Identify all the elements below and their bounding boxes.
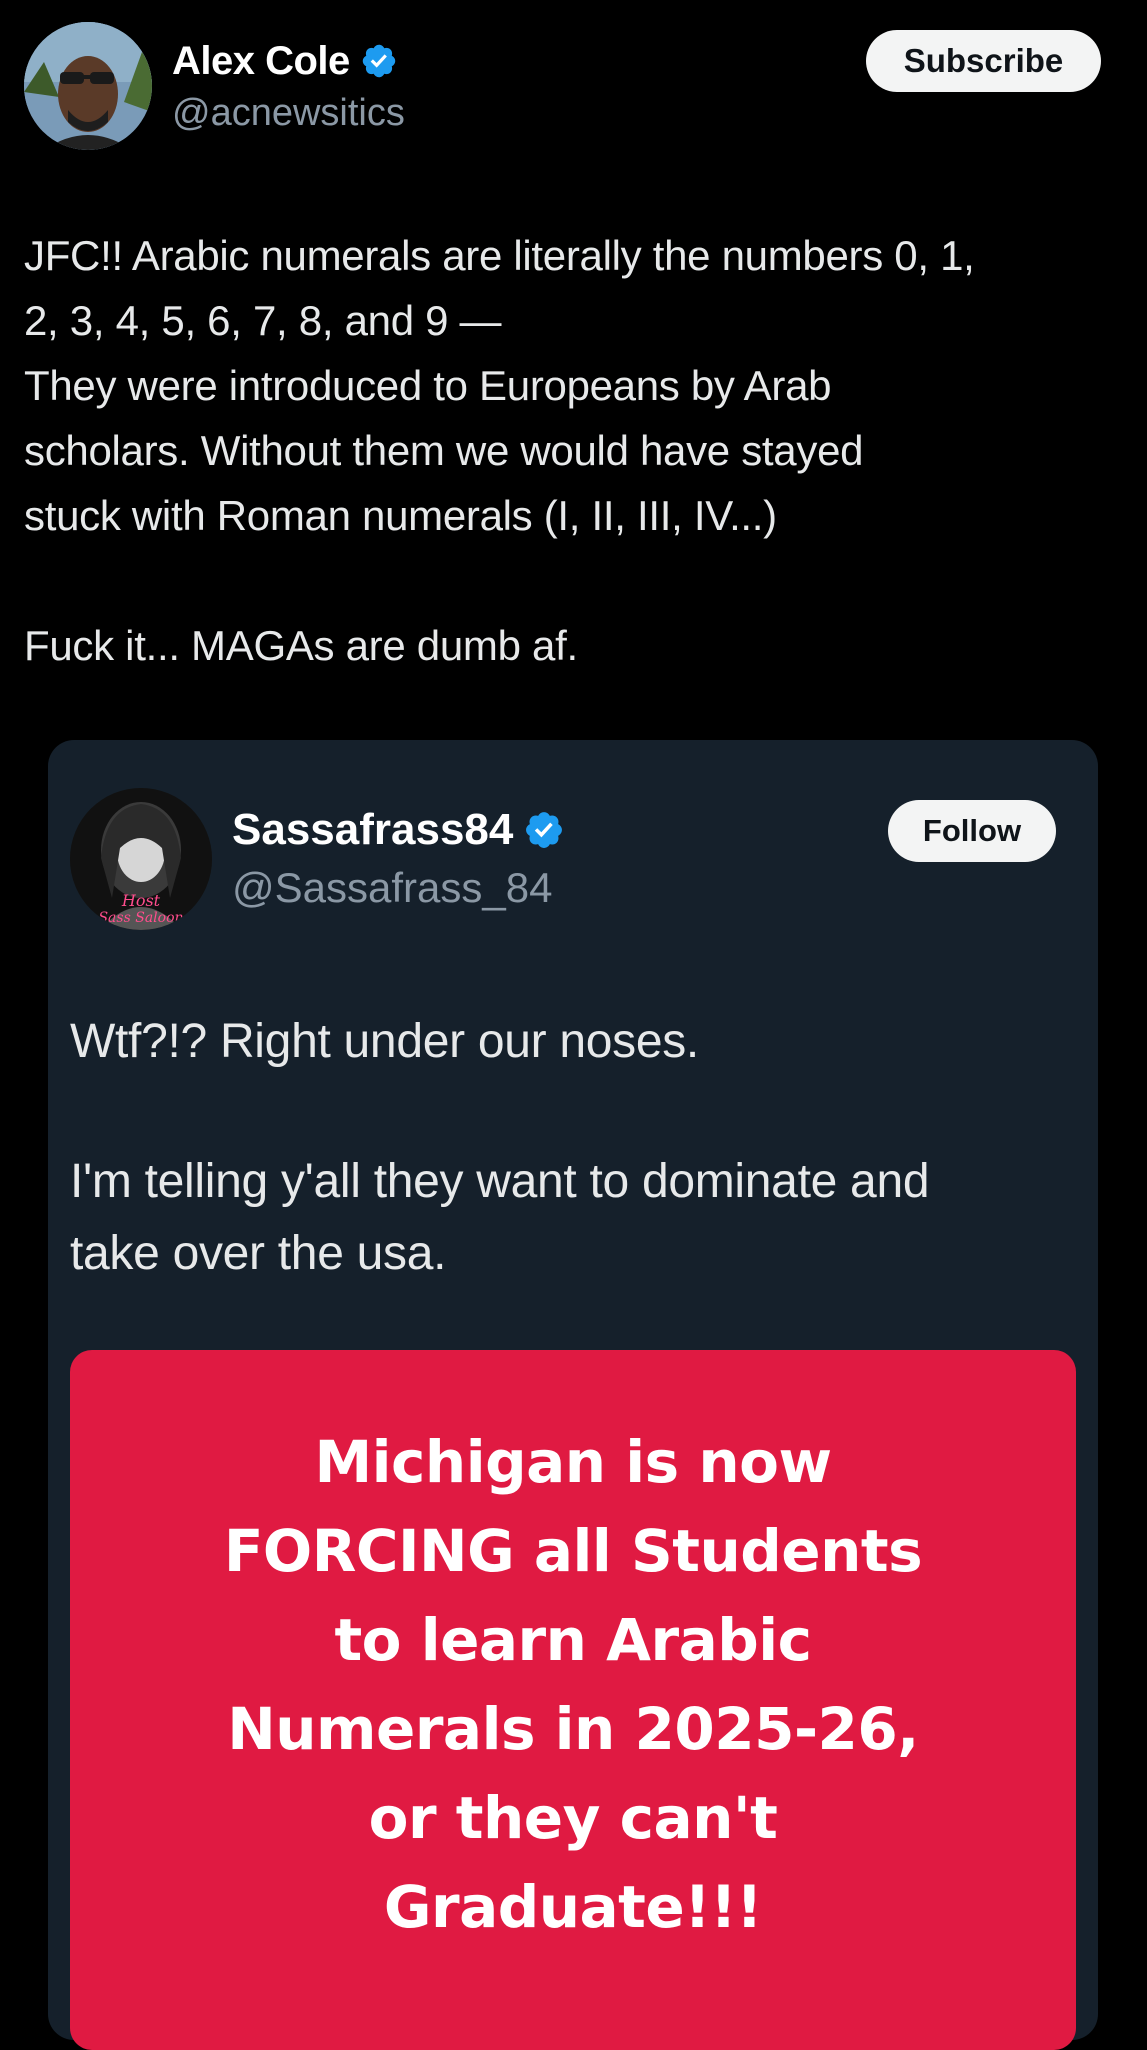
image-text-line: or they can't [368,1784,778,1852]
quoted-author-display-name[interactable]: Sassafrass84 [232,805,513,855]
follow-button[interactable]: Follow [888,800,1056,862]
author-display-name[interactable]: Alex Cole [172,39,350,84]
quoted-post-text: Wtf?!? Right under our noses. I'm tellin… [70,1006,1080,1290]
author-name-row: Alex Cole [172,36,398,86]
quoted-text-line: Wtf?!? Right under our noses. [70,1015,699,1068]
avatar-logo-text: Host [121,891,161,910]
post-text-line: 2, 3, 4, 5, 6, 7, 8, and 9 — [24,297,502,344]
post-text: JFC!! Arabic numerals are literally the … [24,223,1124,678]
author-avatar[interactable] [24,22,152,150]
post-text-line: Fuck it... MAGAs are dumb af. [24,622,578,669]
verified-badge-icon[interactable] [523,809,565,851]
quoted-author-handle[interactable]: @Sassafrass_84 [232,864,552,912]
post-text-line: scholars. Without them we would have sta… [24,427,864,474]
quoted-author-avatar-image: Host Sass Saloon [70,788,212,930]
image-text-line: FORCING all Students [223,1517,923,1585]
image-text-line: to learn Arabic [334,1606,812,1674]
post-text-line: stuck with Roman numerals (I, II, III, I… [24,492,777,539]
author-avatar-image [24,22,152,150]
quoted-image-text: Michigan is now FORCING all Students to … [70,1418,1076,1952]
image-text-line: Graduate!!! [383,1873,763,1941]
post-text-line: JFC!! Arabic numerals are literally the … [24,232,975,279]
image-text-line: Numerals in 2025-26, [227,1695,919,1763]
quoted-text-line: I'm telling y'all they want to dominate … [70,1155,930,1208]
quoted-author-name-row: Sassafrass84 [232,802,565,858]
quoted-text-line: take over the usa. [70,1227,447,1280]
verified-badge-icon[interactable] [360,42,398,80]
quoted-author-avatar[interactable]: Host Sass Saloon [70,788,212,930]
author-handle[interactable]: @acnewsitics [172,92,405,135]
subscribe-button[interactable]: Subscribe [866,30,1101,92]
post-text-line: They were introduced to Europeans by Ara… [24,362,832,409]
image-text-line: Michigan is now [314,1428,832,1496]
